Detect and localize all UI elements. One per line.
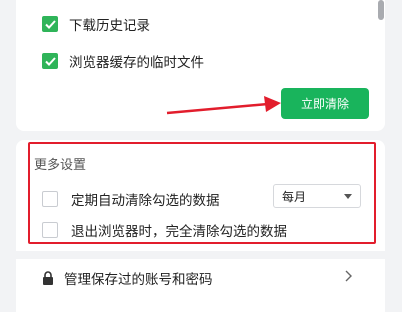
frequency-value: 每月 — [282, 189, 307, 204]
clear-now-button[interactable]: 立即清除 — [281, 88, 369, 119]
checkmark-icon — [44, 19, 56, 29]
cache-files-option[interactable]: 浏览器缓存的临时文件 — [42, 51, 204, 71]
frequency-select[interactable]: 每月 — [273, 184, 361, 208]
periodic-clear-option[interactable]: 定期自动清除勾选的数据 — [42, 189, 220, 209]
download-history-label: 下载历史记录 — [69, 18, 150, 34]
clear-on-exit-checkbox[interactable] — [42, 222, 58, 238]
section-divider — [16, 251, 385, 259]
periodic-clear-label: 定期自动清除勾选的数据 — [71, 193, 220, 209]
cache-files-label: 浏览器缓存的临时文件 — [69, 55, 204, 71]
dropdown-caret-icon — [344, 193, 352, 199]
manage-passwords-item[interactable]: 管理保存过的账号和密码 — [42, 268, 213, 288]
periodic-clear-checkbox[interactable] — [42, 191, 58, 207]
chevron-right-icon[interactable] — [344, 270, 352, 282]
lock-icon — [42, 270, 54, 286]
cache-files-checkbox[interactable] — [42, 53, 58, 69]
scrollbar-thumb[interactable] — [378, 0, 384, 20]
manage-passwords-label: 管理保存过的账号和密码 — [64, 272, 213, 288]
clear-on-exit-option[interactable]: 退出浏览器时，完全清除勾选的数据 — [42, 220, 287, 240]
download-history-checkbox[interactable] — [42, 16, 58, 32]
checkmark-icon — [44, 56, 56, 66]
download-history-option[interactable]: 下载历史记录 — [42, 14, 150, 34]
more-settings-title: 更多设置 — [34, 158, 87, 173]
clear-on-exit-label: 退出浏览器时，完全清除勾选的数据 — [71, 224, 287, 240]
